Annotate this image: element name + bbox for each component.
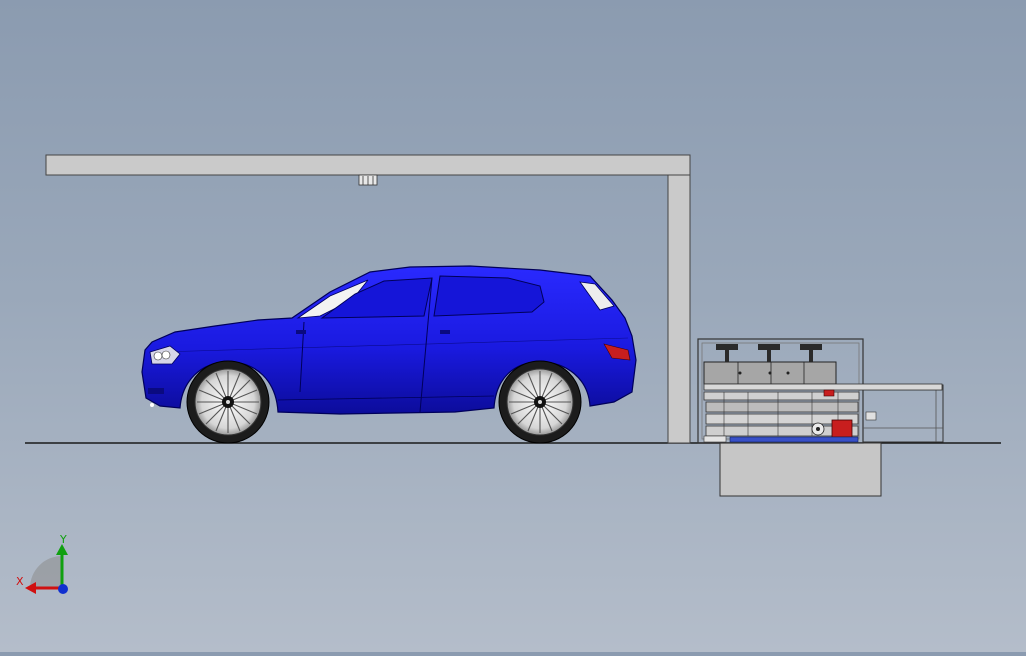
swap-station (697, 338, 944, 497)
front-wheel (186, 360, 270, 444)
gantry-beam (45, 154, 691, 176)
gantry-sensor (358, 174, 378, 186)
bolt-tools (716, 344, 822, 362)
rear-wheel (498, 360, 582, 444)
cad-scene: Y X (16, 154, 1001, 594)
guide-rail (729, 436, 859, 443)
car (141, 265, 637, 444)
y-axis-label: Y (59, 533, 67, 546)
cad-viewport[interactable]: Y X (0, 0, 1026, 652)
gantry-column (667, 174, 691, 444)
axis-triad: Y X (16, 533, 68, 594)
x-axis-label: X (16, 575, 24, 588)
station-pit (719, 442, 882, 497)
drive-motor (831, 419, 853, 438)
z-axis-dot (58, 584, 68, 594)
